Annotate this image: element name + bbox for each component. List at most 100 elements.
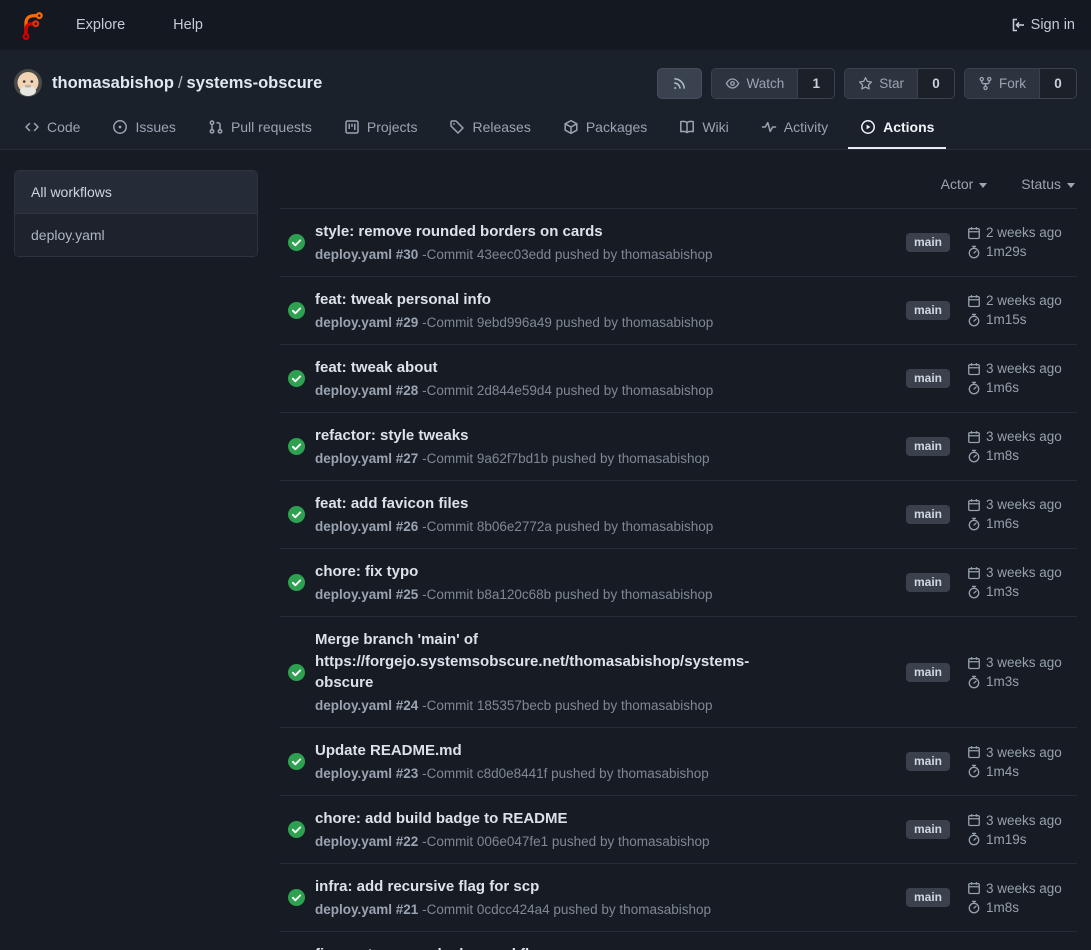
watch-count[interactable]: 1 [797, 69, 834, 98]
repo-tab-bar: Code Issues Pull requests Projects Relea… [0, 107, 1091, 149]
run-times: 2 weeks ago 1m15s [967, 293, 1075, 327]
run-workflow-label[interactable]: deploy.yaml #27 [315, 451, 418, 466]
tab-wiki-label: Wiki [702, 119, 728, 135]
calendar-icon [967, 498, 981, 512]
status-filter-dropdown[interactable]: Status [1021, 176, 1075, 192]
run-title-link[interactable]: fix: syntax error deploy workflow [315, 944, 713, 950]
run-when: 2 weeks ago [967, 225, 1062, 240]
calendar-icon [967, 745, 981, 759]
run-subtitle: deploy.yaml #27 -Commit 9a62f7bd1b pushe… [315, 450, 710, 468]
fork-count[interactable]: 0 [1039, 69, 1076, 98]
star-count[interactable]: 0 [917, 69, 954, 98]
run-workflow-label[interactable]: deploy.yaml #30 [315, 247, 418, 262]
sidebar-item-deploy-yaml[interactable]: deploy.yaml [15, 213, 257, 256]
run-workflow-label[interactable]: deploy.yaml #26 [315, 519, 418, 534]
tab-releases[interactable]: Releases [437, 107, 542, 149]
branch-badge[interactable]: main [906, 369, 950, 388]
run-workflow-label[interactable]: deploy.yaml #25 [315, 587, 418, 602]
branch-badge[interactable]: main [906, 888, 950, 907]
code-icon [24, 119, 40, 135]
sidebar-item-all-workflows[interactable]: All workflows [15, 171, 257, 213]
run-commit-text: -Commit c8d0e8441f pushed by thomasabish… [422, 766, 709, 781]
issue-icon [112, 119, 128, 135]
run-workflow-label[interactable]: deploy.yaml #21 [315, 902, 418, 917]
run-title-link[interactable]: feat: tweak personal info [315, 289, 713, 311]
run-workflow-label[interactable]: deploy.yaml #29 [315, 315, 418, 330]
run-info: chore: add build badge to README deploy.… [315, 808, 710, 851]
star-button[interactable]: Star [845, 69, 917, 98]
run-subtitle: deploy.yaml #25 -Commit b8a120c68b pushe… [315, 586, 713, 604]
run-meta: main 3 weeks ago 1m3s [906, 655, 1075, 689]
run-workflow-label[interactable]: deploy.yaml #23 [315, 766, 418, 781]
actor-filter-dropdown[interactable]: Actor [941, 176, 988, 192]
run-times: 3 weeks ago 1m8s [967, 429, 1075, 463]
run-workflow-label[interactable]: deploy.yaml #28 [315, 383, 418, 398]
run-info: chore: fix typo deploy.yaml #25 -Commit … [315, 561, 713, 604]
run-row: infra: add recursive flag for scp deploy… [280, 864, 1077, 932]
tab-pull-requests[interactable]: Pull requests [196, 107, 324, 149]
run-times: 3 weeks ago 1m6s [967, 497, 1075, 531]
actions-page-content: All workflows deploy.yaml Actor Status s… [0, 150, 1091, 950]
run-when: 3 weeks ago [967, 813, 1062, 828]
sign-in-button[interactable]: Sign in [1010, 17, 1075, 33]
run-title-link[interactable]: chore: add build badge to README [315, 808, 710, 830]
run-times: 3 weeks ago 1m19s [967, 813, 1075, 847]
success-icon [288, 753, 305, 770]
calendar-icon [967, 430, 981, 444]
package-icon [563, 119, 579, 135]
run-workflow-label[interactable]: deploy.yaml #24 [315, 698, 418, 713]
run-times: 3 weeks ago 1m6s [967, 361, 1075, 395]
repo-name-link[interactable]: systems-obscure [187, 74, 323, 92]
run-title-link[interactable]: infra: add recursive flag for scp [315, 876, 711, 898]
repo-owner-link[interactable]: thomasabishop [52, 74, 174, 92]
branch-badge[interactable]: main [906, 573, 950, 592]
run-duration: 1m6s [967, 380, 1019, 395]
tab-issues[interactable]: Issues [100, 107, 187, 149]
forgejo-logo-icon[interactable] [16, 10, 46, 40]
run-title-link[interactable]: refactor: style tweaks [315, 425, 710, 447]
stopwatch-icon [967, 900, 981, 914]
run-title-link[interactable]: chore: fix typo [315, 561, 713, 583]
branch-badge[interactable]: main [906, 301, 950, 320]
tab-code[interactable]: Code [12, 107, 92, 149]
tab-actions[interactable]: Actions [848, 107, 946, 149]
tab-wiki[interactable]: Wiki [667, 107, 740, 149]
branch-badge[interactable]: main [906, 663, 950, 682]
avatar[interactable] [14, 69, 42, 97]
success-icon [288, 370, 305, 387]
calendar-icon [967, 362, 981, 376]
tab-pull-requests-label: Pull requests [231, 119, 312, 135]
rss-button[interactable] [657, 68, 702, 99]
nav-link-explore[interactable]: Explore [76, 17, 125, 33]
tab-activity[interactable]: Activity [749, 107, 840, 149]
run-when: 3 weeks ago [967, 745, 1062, 760]
calendar-icon [967, 813, 981, 827]
run-title-link[interactable]: style: remove rounded borders on cards [315, 221, 713, 243]
run-title-link[interactable]: Update README.md [315, 740, 709, 762]
run-duration: 1m19s [967, 832, 1027, 847]
tab-projects[interactable]: Projects [332, 107, 430, 149]
fork-icon [978, 76, 993, 91]
tag-icon [449, 119, 465, 135]
branch-badge[interactable]: main [906, 820, 950, 839]
run-times: 2 weeks ago 1m29s [967, 225, 1075, 259]
run-workflow-label[interactable]: deploy.yaml #22 [315, 834, 418, 849]
tab-packages[interactable]: Packages [551, 107, 659, 149]
branch-badge[interactable]: main [906, 437, 950, 456]
pulse-icon [761, 119, 777, 135]
branch-badge[interactable]: main [906, 505, 950, 524]
branch-badge[interactable]: main [906, 752, 950, 771]
calendar-icon [967, 226, 981, 240]
run-title-link[interactable]: Merge branch 'main' of https://forgejo.s… [315, 629, 795, 694]
nav-link-help[interactable]: Help [173, 17, 203, 33]
project-icon [344, 119, 360, 135]
fork-button[interactable]: Fork [965, 69, 1039, 98]
watch-button[interactable]: Watch [712, 69, 797, 98]
run-title-link[interactable]: feat: tweak about [315, 357, 713, 379]
run-duration: 1m29s [967, 244, 1027, 259]
run-title-link[interactable]: feat: add favicon files [315, 493, 713, 515]
branch-badge[interactable]: main [906, 233, 950, 252]
tab-issues-label: Issues [135, 119, 175, 135]
success-icon [288, 574, 305, 591]
run-subtitle: deploy.yaml #23 -Commit c8d0e8441f pushe… [315, 765, 709, 783]
